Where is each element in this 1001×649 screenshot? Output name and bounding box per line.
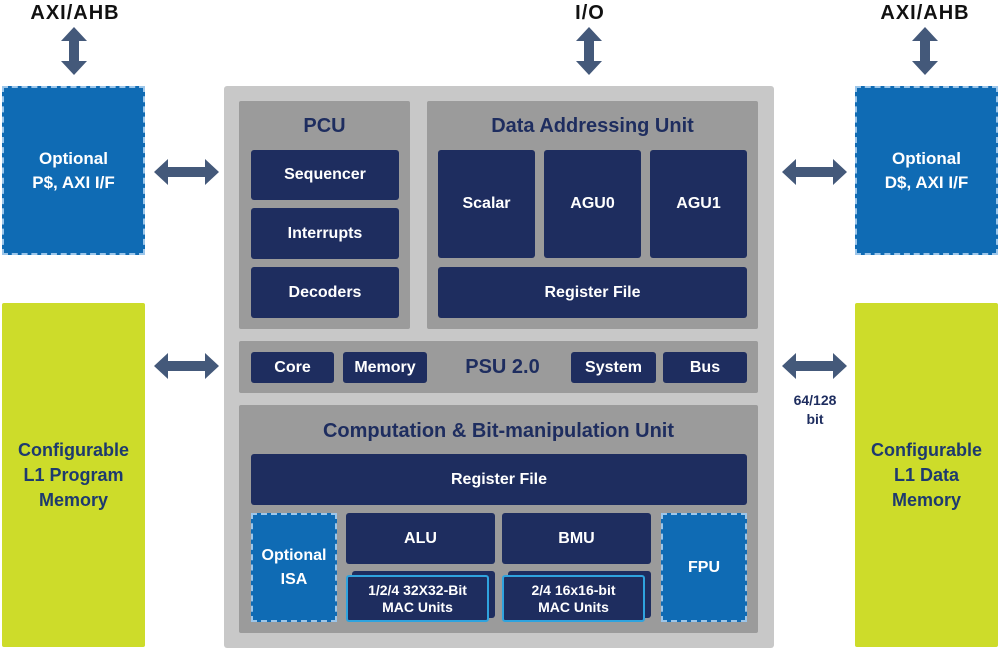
dau-agu1: AGU1 (650, 150, 747, 258)
horizontal-double-arrow-icon (154, 353, 219, 379)
psu-bus: Bus (663, 352, 747, 383)
optional-isa: Optional ISA (251, 513, 337, 622)
optional-data-cache: Optional D$, AXI I/F (855, 86, 998, 255)
psu-title: PSU 2.0 (465, 356, 540, 378)
cbu-bmu: BMU (502, 513, 651, 564)
vertical-double-arrow-icon (576, 27, 602, 75)
cbu-alu: ALU (346, 513, 495, 564)
psu-core: Core (251, 352, 334, 383)
io-label: I/O (575, 1, 605, 24)
optional-program-cache: Optional P$, AXI I/F (2, 86, 145, 255)
pcu-sequencer: Sequencer (251, 150, 399, 200)
axi-ahb-right-label: AXI/AHB (880, 1, 970, 24)
pcu-interrupts: Interrupts (251, 208, 399, 259)
horizontal-double-arrow-icon (782, 159, 847, 185)
dau-register-file: Register File (438, 267, 747, 318)
bus-width-label: 64/128 bit (793, 392, 837, 427)
mac16-units: 2/4 16x16-bit MAC Units (502, 575, 645, 622)
horizontal-double-arrow-icon (154, 159, 219, 185)
pcu-title: PCU (303, 114, 346, 137)
dau-agu0: AGU0 (544, 150, 641, 258)
dau-scalar: Scalar (438, 150, 535, 258)
fpu: FPU (661, 513, 747, 622)
vertical-double-arrow-icon (912, 27, 938, 75)
vertical-double-arrow-icon (61, 27, 87, 75)
horizontal-double-arrow-icon (782, 353, 847, 379)
pcu-decoders: Decoders (251, 267, 399, 318)
l1-data-memory: Configurable L1 Data Memory (855, 303, 998, 647)
psu-memory: Memory (343, 352, 427, 383)
l1-program-memory: Configurable L1 Program Memory (2, 303, 145, 647)
mac32-units: 1/2/4 32X32-Bit MAC Units (346, 575, 489, 622)
axi-ahb-left-label: AXI/AHB (30, 1, 120, 24)
cbu-register-file: Register File (251, 454, 747, 505)
psu-system: System (571, 352, 656, 383)
dau-title: Data Addressing Unit (491, 114, 694, 137)
cbu-title: Computation & Bit-manipulation Unit (322, 419, 675, 442)
